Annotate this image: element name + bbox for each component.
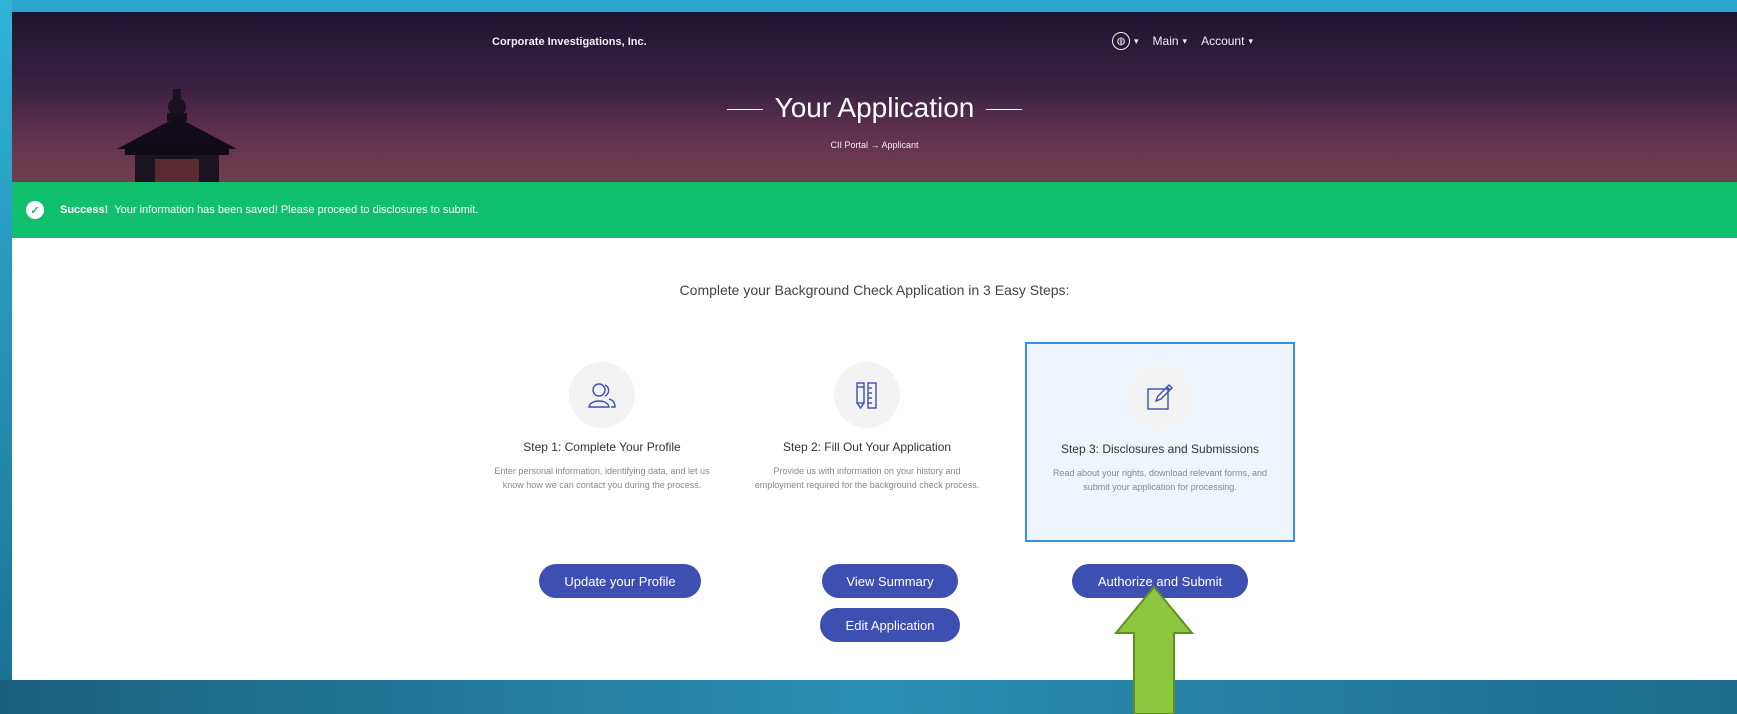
globe-icon: ◍	[1112, 32, 1130, 50]
nav-account-label: Account	[1201, 34, 1245, 48]
page-title-text: Your Application	[774, 92, 975, 123]
title-dash-left	[726, 108, 763, 111]
top-navigation: ◍ ▾ Main ▾ Account ▾	[1112, 32, 1253, 50]
alert-message: Your information has been saved! Please …	[114, 204, 479, 216]
nav-account[interactable]: Account ▾	[1201, 34, 1253, 48]
browser-viewport: Corporate Investigations, Inc. ◍ ▾ Main …	[12, 12, 1737, 680]
chevron-down-icon: ▾	[1134, 35, 1139, 46]
edit-icon	[1127, 364, 1193, 430]
users-icon	[569, 362, 635, 428]
step-1-card: Step 1: Complete Your Profile Enter pers…	[478, 342, 726, 526]
step-3-description: Read about your rights, download relevan…	[1052, 468, 1268, 492]
arrow-up-annotation-icon	[1114, 585, 1194, 714]
update-profile-button[interactable]: Update your Profile	[539, 564, 701, 598]
view-summary-button[interactable]: View Summary	[822, 564, 958, 598]
step-2-card: Step 2: Fill Out Your Application Provid…	[743, 342, 991, 526]
chevron-down-icon: ▾	[1182, 35, 1188, 46]
ruler-pencil-icon	[834, 362, 900, 428]
success-alert: ✓ Success! Your information has been sav…	[12, 182, 1737, 238]
step-3-title: Step 3: Disclosures and Submissions	[1060, 442, 1260, 456]
hero-header: Corporate Investigations, Inc. ◍ ▾ Main …	[12, 12, 1737, 182]
step-1-title: Step 1: Complete Your Profile	[523, 440, 681, 454]
alert-title: Success!	[60, 204, 109, 216]
title-dash-right	[986, 108, 1023, 111]
slide-background-left	[0, 0, 12, 714]
slide-background-bottom	[0, 680, 1737, 714]
language-menu[interactable]: ◍ ▾	[1112, 32, 1139, 50]
brand-name[interactable]: Corporate Investigations, Inc.	[492, 36, 647, 48]
steps-intro: Complete your Background Check Applicati…	[679, 282, 1070, 298]
edit-application-button[interactable]: Edit Application	[820, 608, 960, 642]
nav-main[interactable]: Main ▾	[1153, 34, 1188, 48]
page-title: Your Application	[12, 92, 1737, 124]
step-1-description: Enter personal information, identifying …	[494, 466, 710, 490]
step-2-description: Provide us with information on your hist…	[754, 466, 980, 490]
step-2-title: Step 2: Fill Out Your Application	[782, 440, 952, 454]
nav-main-label: Main	[1152, 34, 1179, 48]
chevron-down-icon: ▾	[1248, 35, 1253, 46]
step-3-card: Step 3: Disclosures and Submissions Read…	[1025, 342, 1295, 542]
breadcrumb[interactable]: CII Portal → Applicant	[12, 140, 1737, 150]
check-circle-icon: ✓	[26, 201, 44, 219]
